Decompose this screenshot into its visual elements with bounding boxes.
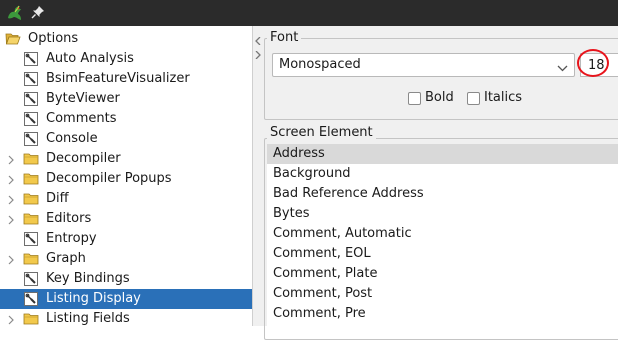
tree-item-byteviewer[interactable]: ByteViewer (0, 89, 252, 109)
font-group (264, 38, 618, 120)
options-page-icon (23, 51, 39, 67)
font-name-dropdown[interactable]: Monospaced (272, 53, 575, 77)
tree-item-label: BsimFeatureVisualizer (46, 71, 190, 86)
tree-item-label: Auto Analysis (46, 51, 134, 66)
chevron-right-icon[interactable] (6, 314, 16, 325)
folder-icon (23, 171, 39, 187)
screen-element-label: Comment, Automatic (273, 226, 412, 241)
title-bar (0, 0, 618, 26)
chevron-right-icon[interactable] (6, 154, 16, 165)
bold-checkbox[interactable] (408, 92, 421, 105)
font-name-value: Monospaced (279, 57, 361, 72)
tree-item-auto-analysis[interactable]: Auto Analysis (0, 49, 252, 69)
tree-item-label: Diff (46, 191, 69, 206)
tree-item-label: Entropy (46, 231, 97, 246)
dragon-icon[interactable] (6, 4, 24, 26)
tree-item-label: Console (46, 131, 98, 146)
bold-label: Bold (425, 90, 454, 105)
italics-checkbox[interactable] (467, 92, 480, 105)
chevron-right-icon[interactable] (6, 174, 16, 185)
tree-item-label: Editors (46, 211, 92, 226)
tree-item-editors[interactable]: Editors (0, 209, 252, 229)
options-page-icon (23, 291, 39, 307)
options-page-icon (23, 91, 39, 107)
screen-element-label: Comment, Pre (273, 306, 366, 321)
screen-element-row[interactable]: Bad Reference Address (267, 184, 618, 204)
options-page-icon (23, 271, 39, 287)
chevron-down-icon (557, 61, 568, 76)
tree-item-label: Decompiler Popups (46, 171, 172, 186)
tree-item-key-bindings[interactable]: Key Bindings (0, 269, 252, 289)
tree-item-label: Options (28, 31, 79, 46)
italics-label: Italics (484, 90, 523, 105)
screen-element-label: Address (273, 146, 325, 161)
tree-item-diff[interactable]: Diff (0, 189, 252, 209)
screen-element-label: Comment, Plate (273, 266, 378, 281)
screen-element-row[interactable]: Comment, Pre (267, 304, 618, 324)
tree-item-bsimfeaturevisualizer[interactable]: BsimFeatureVisualizer (0, 69, 252, 89)
tree-item-label: Graph (46, 251, 86, 266)
screen-element-label: Background (273, 166, 351, 181)
screen-element-label: Bytes (273, 206, 310, 221)
font-size-value: 18 (588, 58, 605, 73)
tree-item-decompiler[interactable]: Decompiler (0, 149, 252, 169)
screen-element-row[interactable]: Comment, EOL (267, 244, 618, 264)
font-group-title: Font (267, 30, 302, 46)
tree-item-decompiler-popups[interactable]: Decompiler Popups (0, 169, 252, 189)
collapse-left-icon[interactable] (254, 34, 262, 46)
options-tree: Options Auto Analysis BsimFeatureVisualize… (0, 26, 252, 326)
screen-element-row[interactable]: Comment, Automatic (267, 224, 618, 244)
screen-element-list: Address Background Bad Reference Address By… (267, 144, 618, 326)
folder-icon (23, 191, 39, 207)
tree-item-console[interactable]: Console (0, 129, 252, 149)
options-page-icon (23, 131, 39, 147)
tree-item-entropy[interactable]: Entropy (0, 229, 252, 249)
tree-item-label: Comments (46, 111, 117, 126)
screen-element-row[interactable]: Bytes (267, 204, 618, 224)
open-folder-icon (5, 31, 21, 47)
folder-icon (23, 251, 39, 267)
tree-item-label: Listing Fields (46, 311, 130, 326)
tree-item-label: ByteViewer (46, 91, 120, 106)
chevron-right-icon[interactable] (6, 194, 16, 205)
folder-icon (23, 311, 39, 326)
options-panel: Font Monospaced 18 Bold Italics Screen E… (262, 26, 618, 340)
screen-element-row[interactable]: Address (267, 144, 618, 164)
screen-element-group-title: Screen Element (267, 125, 376, 141)
tree-item-options[interactable]: Options (0, 29, 252, 49)
expand-right-icon[interactable] (254, 48, 262, 60)
screen-element-label: Comment, Post (273, 286, 373, 301)
chevron-right-icon[interactable] (6, 254, 16, 265)
tree-item-label: Key Bindings (46, 271, 130, 286)
screen-element-row[interactable]: Comment, Plate (267, 264, 618, 284)
folder-icon (23, 151, 39, 167)
tree-item-label: Listing Display (46, 291, 141, 306)
chevron-right-icon[interactable] (6, 214, 16, 225)
screen-element-row[interactable]: Comment, Post (267, 284, 618, 304)
tree-item-graph[interactable]: Graph (0, 249, 252, 269)
screen-element-label: Comment, EOL (273, 246, 371, 261)
tree-item-comments[interactable]: Comments (0, 109, 252, 129)
options-page-icon (23, 231, 39, 247)
folder-icon (23, 211, 39, 227)
pin-icon[interactable] (31, 5, 45, 23)
font-size-field[interactable]: 18 (580, 53, 618, 77)
tree-item-label: Decompiler (46, 151, 121, 166)
tree-item-listing-fields[interactable]: Listing Fields (0, 309, 252, 326)
tree-item-listing-display[interactable]: Listing Display (0, 289, 252, 309)
screen-element-row[interactable]: Background (267, 164, 618, 184)
options-page-icon (23, 111, 39, 127)
options-page-icon (23, 71, 39, 87)
screen-element-label: Bad Reference Address (273, 186, 424, 201)
